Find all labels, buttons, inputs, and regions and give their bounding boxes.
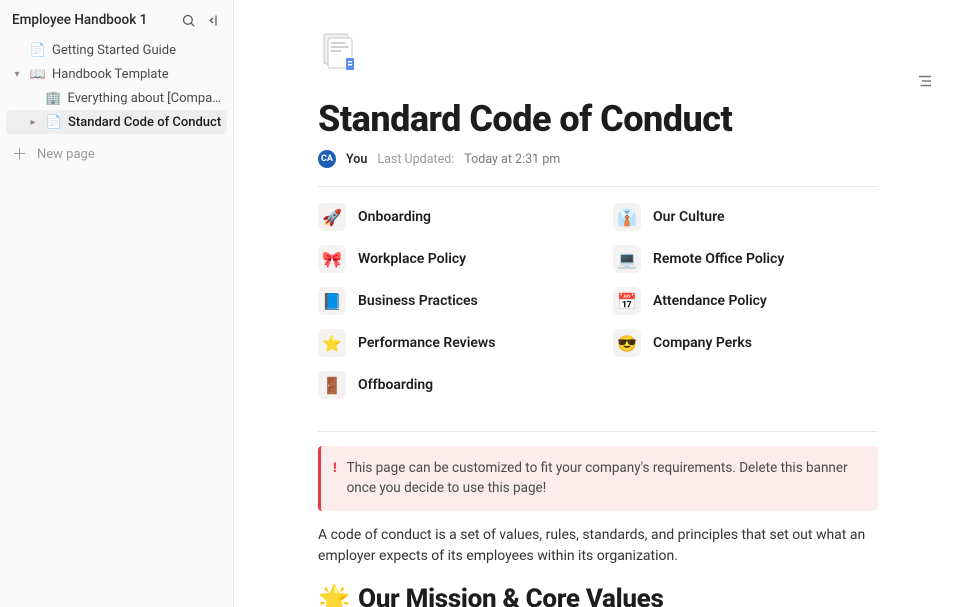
page-icon: 📄 [30, 43, 46, 58]
link-icon: 📅 [613, 287, 641, 315]
workspace-header: Employee Handbook 1 [6, 6, 227, 38]
intro-paragraph[interactable]: A code of conduct is a set of values, ru… [318, 525, 878, 568]
sidebar-item[interactable]: 📄 Getting Started Guide [6, 38, 227, 62]
link-icon: ⭐ [318, 329, 346, 357]
updated-label: Last Updated: [377, 152, 454, 167]
link-icon: 👔 [613, 203, 641, 231]
section-link[interactable]: 💻 Remote Office Policy [613, 245, 878, 273]
new-page-button[interactable]: ＋ New page [6, 140, 227, 168]
link-icon: 📘 [318, 287, 346, 315]
main-area: Standard Code of Conduct CA You Last Upd… [234, 0, 962, 607]
section-link[interactable]: 📘 Business Practices [318, 287, 583, 315]
link-icon: 💻 [613, 245, 641, 273]
page-cover-icon[interactable] [318, 30, 362, 74]
section-link[interactable]: 👔 Our Culture [613, 203, 878, 231]
document: Standard Code of Conduct CA You Last Upd… [318, 0, 878, 607]
sidebar-item-label: Handbook Template [52, 67, 169, 82]
author-name[interactable]: You [346, 152, 367, 167]
chevron-icon[interactable]: ▾ [10, 69, 24, 80]
section-link[interactable]: 🎀 Workplace Policy [318, 245, 583, 273]
section-link[interactable]: 📅 Attendance Policy [613, 287, 878, 315]
heading-2-text: Our Mission & Core Values [358, 584, 663, 607]
updated-value: Today at 2:31 pm [464, 152, 560, 167]
collapse-sidebar-icon[interactable] [206, 13, 221, 28]
divider [318, 431, 878, 432]
link-label: Business Practices [358, 293, 478, 309]
divider [318, 186, 878, 187]
sidebar: Employee Handbook 1 📄 Getting Started Gui… [0, 0, 234, 607]
avatar[interactable]: CA [318, 150, 336, 168]
info-banner[interactable]: ! This page can be customized to fit you… [318, 446, 878, 511]
exclamation-icon: ! [333, 459, 337, 479]
sidebar-item-label: Everything about [Company] [67, 91, 223, 106]
banner-text: This page can be customized to fit your … [347, 458, 864, 499]
sidebar-item[interactable]: ▾ 📖 Handbook Template [6, 62, 227, 86]
link-label: Offboarding [358, 377, 433, 393]
section-link[interactable]: 🚪 Offboarding [318, 371, 583, 399]
section-link[interactable]: ⭐ Performance Reviews [318, 329, 583, 357]
link-label: Performance Reviews [358, 335, 495, 351]
page-tree: 📄 Getting Started Guide ▾ 📖 Handbook Templat… [6, 38, 227, 134]
link-icon: 🎀 [318, 245, 346, 273]
link-icon: 🚪 [318, 371, 346, 399]
page-icon: 🏢 [45, 91, 61, 106]
link-icon: 🚀 [318, 203, 346, 231]
link-icon: 😎 [613, 329, 641, 357]
sidebar-item[interactable]: ▸ 📄 Standard Code of Conduct [6, 110, 227, 134]
link-label: Remote Office Policy [653, 251, 784, 267]
section-link[interactable]: 🚀 Onboarding [318, 203, 583, 231]
plus-icon: ＋ [12, 147, 27, 162]
search-icon[interactable] [181, 13, 196, 28]
link-label: Our Culture [653, 209, 725, 225]
page-icon: 📖 [30, 67, 46, 82]
link-label: Workplace Policy [358, 251, 466, 267]
table-of-contents-icon[interactable] [916, 72, 934, 90]
page-icon: 📄 [46, 115, 62, 130]
page-title[interactable]: Standard Code of Conduct [318, 98, 878, 140]
workspace-title[interactable]: Employee Handbook 1 [12, 12, 147, 28]
sidebar-item[interactable]: 🏢 Everything about [Company] [6, 86, 227, 110]
sidebar-item-label: Getting Started Guide [52, 43, 176, 58]
link-label: Company Perks [653, 335, 752, 351]
page-meta: CA You Last Updated: Today at 2:31 pm [318, 150, 878, 168]
heading-2[interactable]: 🌟 Our Mission & Core Values [318, 584, 878, 607]
link-label: Attendance Policy [653, 293, 767, 309]
link-label: Onboarding [358, 209, 431, 225]
section-links: 🚀 Onboarding 👔 Our Culture 🎀 Workplace Policy… [318, 199, 878, 413]
sidebar-item-label: Standard Code of Conduct [68, 115, 221, 130]
section-link[interactable]: 😎 Company Perks [613, 329, 878, 357]
new-page-label: New page [37, 147, 95, 162]
chevron-icon[interactable]: ▸ [26, 117, 40, 128]
sparkle-icon: 🌟 [318, 584, 350, 607]
